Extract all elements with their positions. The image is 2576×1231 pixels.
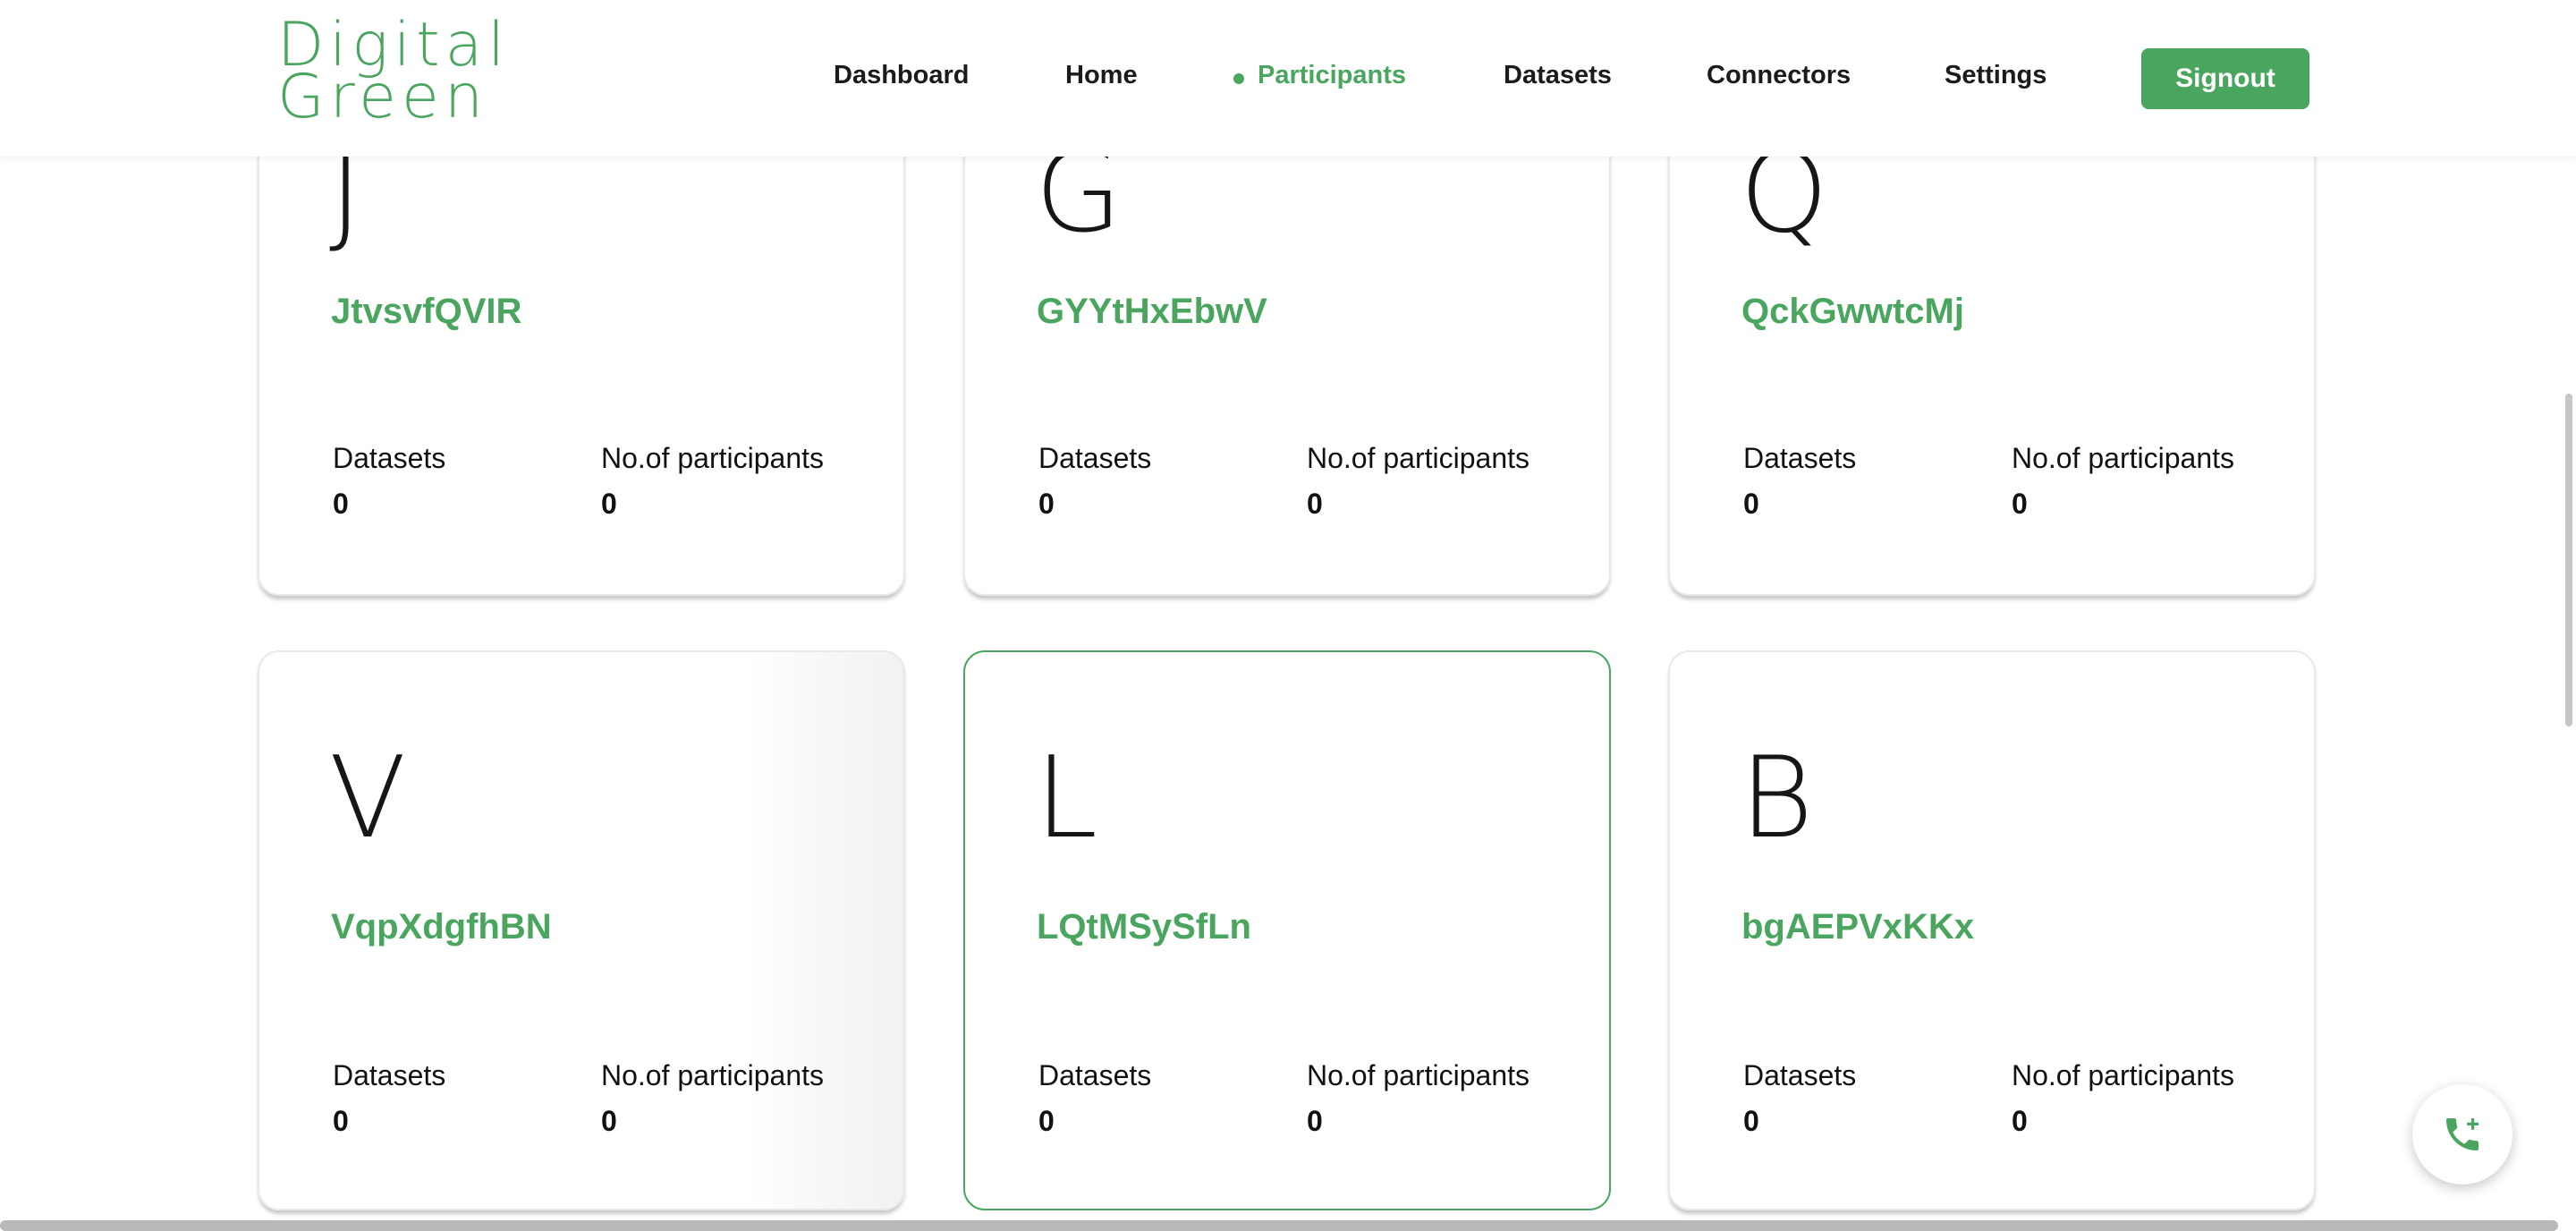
participant-initial: V xyxy=(329,732,406,863)
participant-initial: L xyxy=(1035,732,1097,863)
horizontal-scrollbar[interactable] xyxy=(0,1220,2558,1231)
datasets-label: Datasets xyxy=(333,442,446,474)
participants-count-label: No.of participants xyxy=(601,1059,825,1091)
participants-count-label: No.of participants xyxy=(1307,1059,1530,1091)
nav-dashboard[interactable]: Dashboard xyxy=(834,61,969,90)
participant-name[interactable]: QckGwwtcMj xyxy=(1741,292,1964,332)
participant-name[interactable]: GYYtHxEbwV xyxy=(1037,292,1267,332)
call-support-button[interactable] xyxy=(2412,1084,2512,1184)
participants-count: 0 xyxy=(601,488,617,520)
datasets-label: Datasets xyxy=(333,1059,446,1091)
phone-add-icon xyxy=(2446,1118,2479,1150)
participants-count-label: No.of participants xyxy=(2012,1059,2235,1091)
participant-name[interactable]: VqpXdgfhBN xyxy=(331,907,552,947)
participants-count: 0 xyxy=(2012,1105,2028,1137)
datasets-count: 0 xyxy=(333,1105,349,1137)
active-indicator-dot xyxy=(1233,73,1244,84)
datasets-label: Datasets xyxy=(1038,1059,1152,1091)
nav-home[interactable]: Home xyxy=(1065,61,1138,90)
participants-count: 0 xyxy=(601,1105,617,1137)
participant-name[interactable]: bgAEPVxKKx xyxy=(1741,907,1974,947)
datasets-label: Datasets xyxy=(1038,442,1152,474)
participant-name[interactable]: JtvsvfQVIR xyxy=(331,292,521,332)
participant-card-selected[interactable]: L LQtMSySfLn Datasets No.of participants… xyxy=(963,650,1611,1210)
participants-count-label: No.of participants xyxy=(2012,442,2235,474)
participant-initial: B xyxy=(1740,732,1814,863)
nav-connectors[interactable]: Connectors xyxy=(1707,61,1851,90)
participants-count: 0 xyxy=(1307,488,1323,520)
participants-count-label: No.of participants xyxy=(601,442,825,474)
datasets-count: 0 xyxy=(333,488,349,520)
participants-count: 0 xyxy=(1307,1105,1323,1137)
nav-participants[interactable]: Participants xyxy=(1258,61,1406,90)
participant-name[interactable]: LQtMSySfLn xyxy=(1037,907,1251,947)
datasets-label: Datasets xyxy=(1743,442,1857,474)
participant-card[interactable]: B bgAEPVxKKx Datasets No.of participants… xyxy=(1668,650,2316,1210)
participants-count-label: No.of participants xyxy=(1307,442,1530,474)
datasets-count: 0 xyxy=(1743,1105,1759,1137)
vertical-scrollbar-thumb[interactable] xyxy=(2565,394,2572,726)
datasets-count: 0 xyxy=(1038,488,1055,520)
participant-card[interactable]: V VqpXdgfhBN Datasets No.of participants… xyxy=(258,650,905,1210)
participants-grid: J JtvsvfQVIR Datasets No.of participants… xyxy=(0,0,2576,1231)
datasets-count: 0 xyxy=(1038,1105,1055,1137)
nav-datasets[interactable]: Datasets xyxy=(1504,61,1612,90)
participants-count: 0 xyxy=(2012,488,2028,520)
datasets-label: Datasets xyxy=(1743,1059,1857,1091)
signout-button[interactable]: Signout xyxy=(2141,48,2309,109)
datasets-count: 0 xyxy=(1743,488,1759,520)
nav-settings[interactable]: Settings xyxy=(1945,61,2046,90)
top-navbar: Digital Green Dashboard Home Participant… xyxy=(0,0,2576,157)
